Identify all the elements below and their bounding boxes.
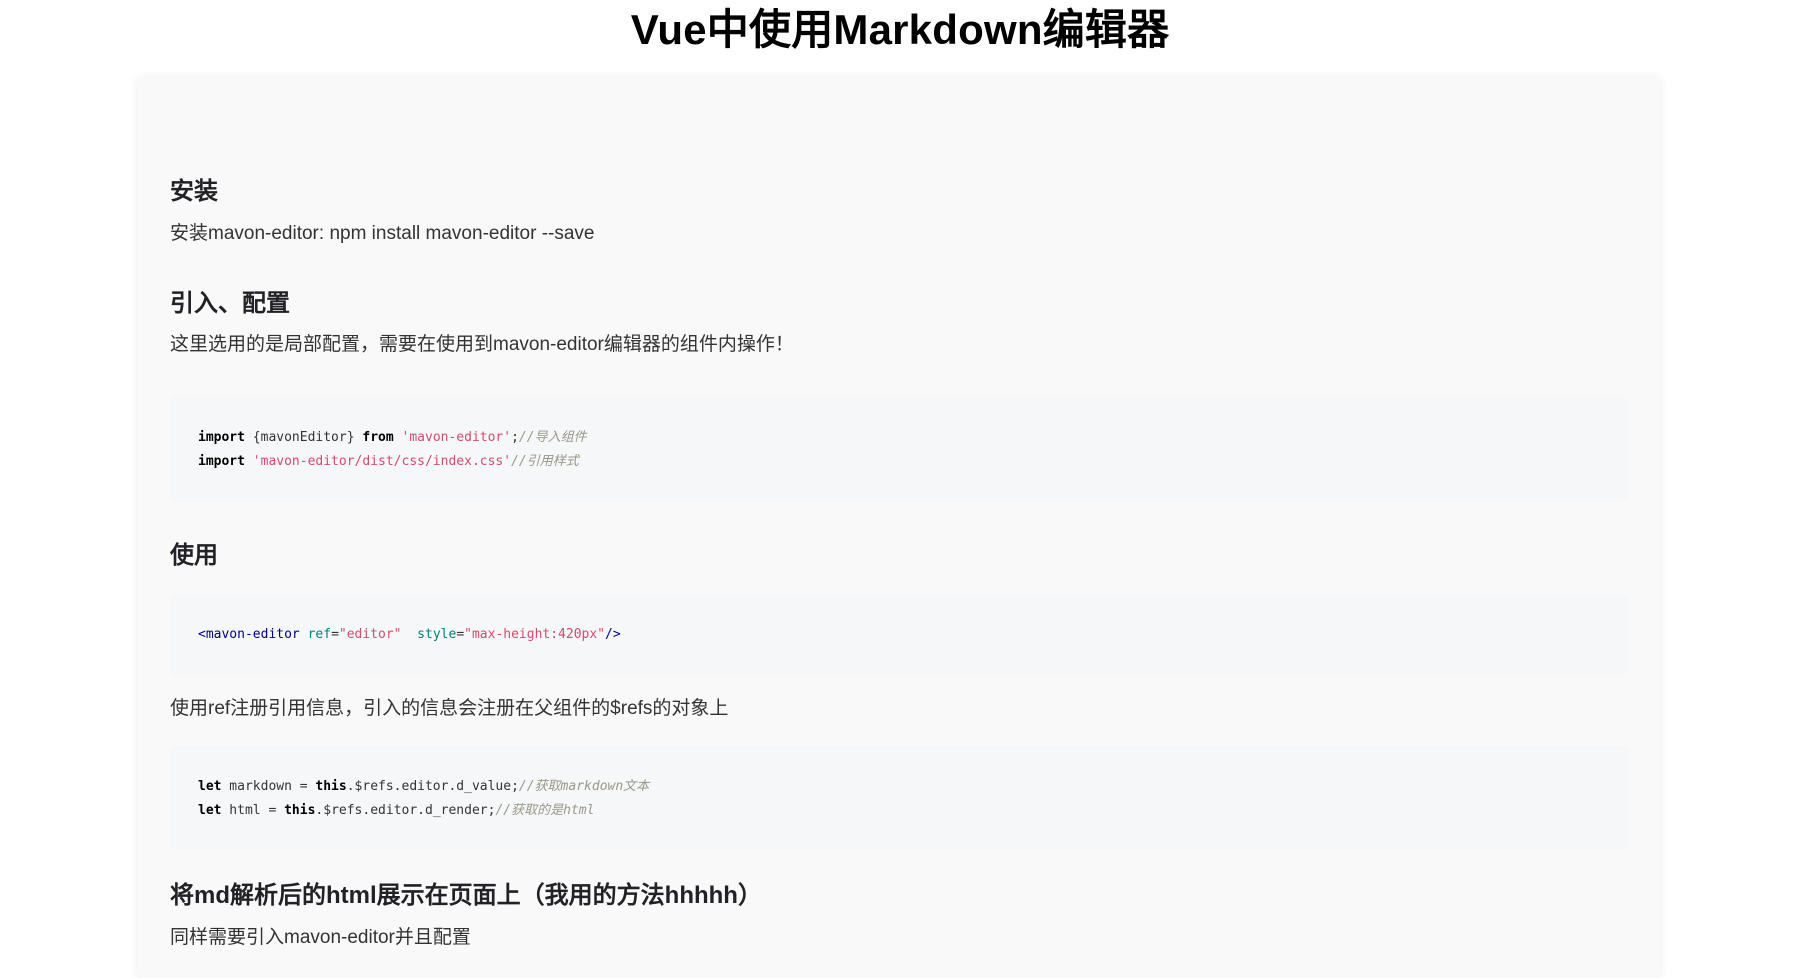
code-keyword: this xyxy=(315,779,347,794)
code-text: {mavonEditor} xyxy=(244,430,363,445)
code-keyword: import xyxy=(198,430,245,445)
code-keyword: from xyxy=(362,430,394,445)
code-string: "editor" xyxy=(338,627,402,642)
code-comment: //引用样式 xyxy=(511,454,579,469)
code-string: 'mavon-editor' xyxy=(393,430,512,445)
code-text: ; xyxy=(511,430,519,445)
render-text: 同样需要引入mavon-editor并且配置 xyxy=(170,927,471,948)
code-text: .$refs.editor.d_value; xyxy=(346,779,519,794)
install-text: 安装mavon-editor: npm install mavon-editor… xyxy=(170,223,595,244)
section-heading-render: 将md解析后的html展示在页面上（我用的方法hhhhh） xyxy=(170,882,762,909)
code-keyword: let xyxy=(198,803,222,818)
code-block-usage[interactable]: <mavon-editor ref="editor" style="max-he… xyxy=(170,595,1628,675)
code-comment: //获取的是html xyxy=(495,803,595,818)
code-text: .$refs.editor.d_render; xyxy=(315,803,496,818)
code-line: import 'mavon-editor/dist/css/index.css'… xyxy=(198,450,1600,474)
code-attribute: ref xyxy=(299,627,332,642)
code-comment: //导入组件 xyxy=(518,430,587,445)
code-comment: //获取markdown文本 xyxy=(518,779,650,794)
usage-text: 使用ref注册引用信息，引入的信息会注册在父组件的$refs的对象上 xyxy=(170,698,729,719)
section-heading-usage: 使用 xyxy=(170,542,218,569)
code-line: <mavon-editor ref="editor" style="max-he… xyxy=(198,623,1600,647)
page-title: Vue中使用Markdown编辑器 xyxy=(630,6,1170,53)
code-attribute: style xyxy=(401,627,457,642)
import-text: 这里选用的是局部配置，需要在使用到mavon-editor编辑器的组件内操作！ xyxy=(170,334,794,355)
code-keyword: let xyxy=(198,779,222,794)
code-keyword: import xyxy=(198,454,245,469)
code-string: "max-height:420px" xyxy=(464,627,606,642)
code-line: import {mavonEditor} from 'mavon-editor'… xyxy=(198,426,1600,450)
code-tag: /> xyxy=(605,627,621,642)
code-block-import[interactable]: import {mavonEditor} from 'mavon-editor'… xyxy=(170,397,1628,501)
code-text: = xyxy=(331,627,339,642)
section-heading-install: 安装 xyxy=(170,178,218,205)
code-keyword: this xyxy=(284,803,316,818)
code-text: = xyxy=(456,627,465,642)
code-text: markdown = xyxy=(221,779,316,794)
section-heading-import: 引入、配置 xyxy=(170,290,290,317)
code-block-refs[interactable]: let markdown = this.$refs.editor.d_value… xyxy=(170,746,1628,850)
code-text: html = xyxy=(221,803,285,818)
article-card: 安装 安装mavon-editor: npm install mavon-edi… xyxy=(138,78,1660,978)
code-tag: <mavon-editor xyxy=(198,627,300,642)
code-string: 'mavon-editor/dist/css/index.css' xyxy=(244,454,512,469)
code-line: let html = this.$refs.editor.d_render;//… xyxy=(198,799,1600,823)
code-line: let markdown = this.$refs.editor.d_value… xyxy=(198,775,1600,799)
